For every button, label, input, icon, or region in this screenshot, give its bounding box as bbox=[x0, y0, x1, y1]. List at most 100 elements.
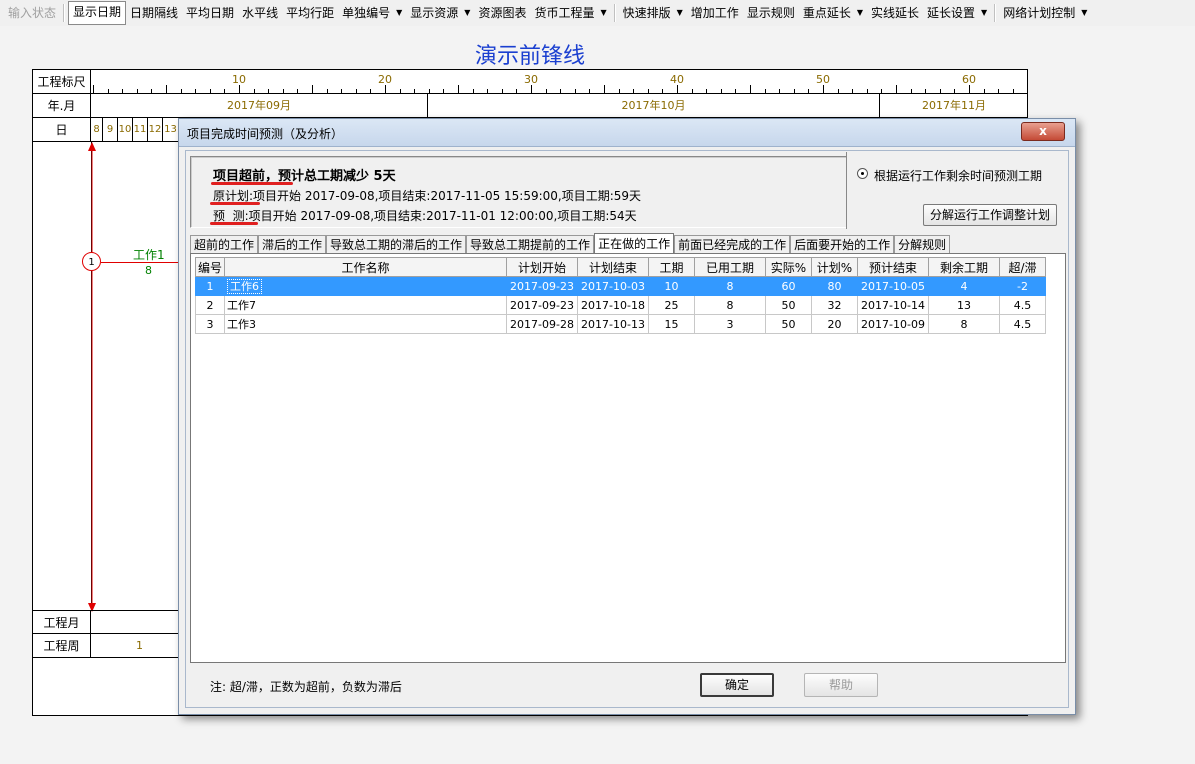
chevron-down-icon[interactable]: ▼ bbox=[979, 2, 991, 24]
ruler-tick-label: 10 bbox=[232, 73, 246, 86]
forecast-line: 预 测:项目开始 2017-09-08,项目结束:2017-11-01 12:0… bbox=[210, 207, 637, 225]
month-scale: 2017年09月 2017年10月 2017年11月 bbox=[91, 94, 1027, 118]
tab-3[interactable]: 导致总工期提前的工作 bbox=[466, 235, 595, 254]
original-plan-text: :项目开始 2017-09-08,项目结束:2017-11-05 15:59:0… bbox=[249, 189, 642, 203]
toolbar-item[interactable]: 平均行距 bbox=[282, 2, 338, 24]
forecast-text: :项目开始 2017-09-08,项目结束:2017-11-01 12:00:0… bbox=[244, 209, 637, 223]
column-header[interactable]: 工作名称 bbox=[224, 257, 507, 277]
toolbar-item[interactable]: 重点延长 bbox=[799, 2, 855, 24]
column-header[interactable]: 计划% bbox=[811, 257, 858, 277]
table-cell: 4 bbox=[928, 276, 1000, 296]
column-header[interactable]: 预计结束 bbox=[857, 257, 929, 277]
table-cell: 3 bbox=[694, 314, 766, 334]
tab-5[interactable]: 前面已经完成的工作 bbox=[674, 235, 791, 254]
table-cell: 10 bbox=[648, 276, 695, 296]
toolbar-item[interactable]: 单独编号 bbox=[338, 2, 394, 24]
year-month-row-label: 年.月 bbox=[33, 94, 91, 118]
column-header[interactable]: 超/滞 bbox=[999, 257, 1046, 277]
tab-bar: 超前的工作 滞后的工作 导致总工期的滞后的工作 导致总工期提前的工作 正在做的工作 前面已… bbox=[190, 233, 951, 254]
close-icon: x bbox=[1039, 124, 1047, 138]
column-header[interactable]: 计划开始 bbox=[506, 257, 578, 277]
day-cell: 11 bbox=[133, 118, 148, 142]
toolbar-item[interactable]: 资源图表 bbox=[474, 2, 530, 24]
table-row[interactable]: 1 工作6 2017-09-23 2017-10-03 10 8 60 80 2017-10-0… bbox=[195, 276, 1046, 296]
project-month-row-label: 工程月 bbox=[33, 610, 91, 634]
chevron-down-icon[interactable]: ▼ bbox=[675, 2, 687, 24]
table-cell: 2 bbox=[195, 295, 225, 315]
ruler-tick-label: 50 bbox=[816, 73, 830, 86]
tab-1[interactable]: 滞后的工作 bbox=[258, 235, 327, 254]
toolbar-item[interactable]: 显示日期 bbox=[68, 1, 127, 25]
radio-label[interactable]: 根据运行工作剩余时间预测工期 bbox=[874, 167, 1042, 184]
chevron-down-icon[interactable]: ▼ bbox=[462, 2, 474, 24]
chevron-down-icon[interactable]: ▼ bbox=[1079, 2, 1091, 24]
toolbar-item[interactable]: 增加工作 bbox=[687, 2, 743, 24]
tab-panel: 编号 工作名称 计划开始 计划结束 工期 已用工期 实际% 计划% 预计结束 剩余工期 超/滞 1工… bbox=[190, 253, 1066, 663]
toolbar-item[interactable]: 实线延长 bbox=[867, 2, 923, 24]
toolbar-item: 输入状态 bbox=[8, 6, 57, 20]
table-cell: 13 bbox=[928, 295, 1000, 315]
table-cell: 2017-09-23 bbox=[506, 276, 578, 296]
chevron-down-icon[interactable]: ▼ bbox=[855, 2, 867, 24]
table-cell: 2017-09-28 bbox=[506, 314, 578, 334]
table-cell: 25 bbox=[648, 295, 695, 315]
tab-2[interactable]: 导致总工期的滞后的工作 bbox=[326, 235, 467, 254]
column-header[interactable]: 实际% bbox=[765, 257, 812, 277]
table-cell: 2017-10-13 bbox=[577, 314, 649, 334]
toolbar-item[interactable]: 水平线 bbox=[238, 2, 282, 24]
column-header[interactable]: 剩余工期 bbox=[928, 257, 1000, 277]
decompose-plan-button[interactable]: 分解运行工作调整计划 bbox=[923, 204, 1057, 226]
toolbar-item[interactable]: 货币工程量 bbox=[530, 2, 598, 24]
toolbar-item[interactable]: 日期隔线 bbox=[126, 2, 182, 24]
day-row-label: 日 bbox=[33, 118, 91, 142]
toolbar-item[interactable]: 显示规则 bbox=[743, 2, 799, 24]
column-header[interactable]: 已用工期 bbox=[694, 257, 766, 277]
ruler-tick bbox=[385, 85, 386, 94]
dialog-body: 项目超前，预计总工期减少 5天 原计划:项目开始 2017-09-08,项目结束… bbox=[185, 150, 1069, 708]
column-header[interactable]: 计划结束 bbox=[577, 257, 649, 277]
month-cell: 2017年10月 bbox=[428, 94, 880, 118]
project-week-row-label: 工程周 bbox=[33, 634, 91, 658]
chevron-down-icon[interactable]: ▼ bbox=[394, 2, 406, 24]
table-row[interactable]: 2 工作7 2017-09-23 2017-10-18 25 8 50 32 2017-10-1… bbox=[195, 295, 1046, 315]
forecast-by-remaining-radio[interactable] bbox=[857, 168, 868, 179]
table-row[interactable]: 3 工作3 2017-09-28 2017-10-13 15 3 50 20 2017-10-0… bbox=[195, 314, 1046, 334]
table-cell: 2017-10-03 bbox=[577, 276, 649, 296]
tab-6[interactable]: 后面要开始的工作 bbox=[790, 235, 895, 254]
note-text: 注: 超/滞，正数为超前，负数为滞后 bbox=[210, 680, 402, 694]
task-name[interactable]: 工作1 bbox=[133, 246, 165, 263]
ruler-tick bbox=[531, 85, 532, 94]
task-node[interactable]: 1 bbox=[82, 252, 101, 271]
forward-line bbox=[88, 142, 96, 612]
toolbar-item[interactable]: 显示资源 bbox=[406, 2, 462, 24]
table-cell: 15 bbox=[648, 314, 695, 334]
column-header[interactable]: 工期 bbox=[648, 257, 695, 277]
table-cell: 8 bbox=[928, 314, 1000, 334]
toolbar-separator bbox=[994, 4, 997, 22]
table-cell: 2017-10-18 bbox=[577, 295, 649, 315]
toolbar-item[interactable]: 延长设置 bbox=[923, 2, 979, 24]
ruler-tick bbox=[239, 85, 240, 94]
day-cell: 10 bbox=[118, 118, 133, 142]
tab-0[interactable]: 超前的工作 bbox=[190, 235, 259, 254]
help-button[interactable]: 帮助 bbox=[804, 673, 878, 697]
ok-button[interactable]: 确定 bbox=[700, 673, 774, 697]
table-cell: 32 bbox=[811, 295, 858, 315]
work-name: 工作7 bbox=[227, 299, 256, 312]
ruler-scale: 10 20 30 40 50 60 bbox=[91, 70, 1029, 94]
chevron-down-icon[interactable]: ▼ bbox=[598, 2, 610, 24]
ruler-tick bbox=[166, 85, 167, 94]
table-cell: -2 bbox=[999, 276, 1046, 296]
week-value: 1 bbox=[136, 639, 143, 652]
close-button[interactable]: x bbox=[1021, 122, 1065, 141]
toolbar-item[interactable]: 平均日期 bbox=[182, 2, 238, 24]
red-underline bbox=[211, 182, 293, 185]
column-header[interactable]: 编号 bbox=[195, 257, 225, 277]
ruler-row-label: 工程标尺 bbox=[33, 70, 91, 94]
tab-4[interactable]: 正在做的工作 bbox=[594, 233, 675, 254]
forecast-dialog: 项目完成时间预测（及分析） x 项目超前，预计总工期减少 5天 原计划:项目开始… bbox=[178, 118, 1076, 715]
toolbar-item[interactable]: 快速排版 bbox=[619, 2, 675, 24]
toolbar-item[interactable]: 网络计划控制 bbox=[999, 2, 1079, 24]
tab-7[interactable]: 分解规则 bbox=[894, 235, 951, 254]
dialog-titlebar[interactable]: 项目完成时间预测（及分析） x bbox=[179, 119, 1075, 147]
